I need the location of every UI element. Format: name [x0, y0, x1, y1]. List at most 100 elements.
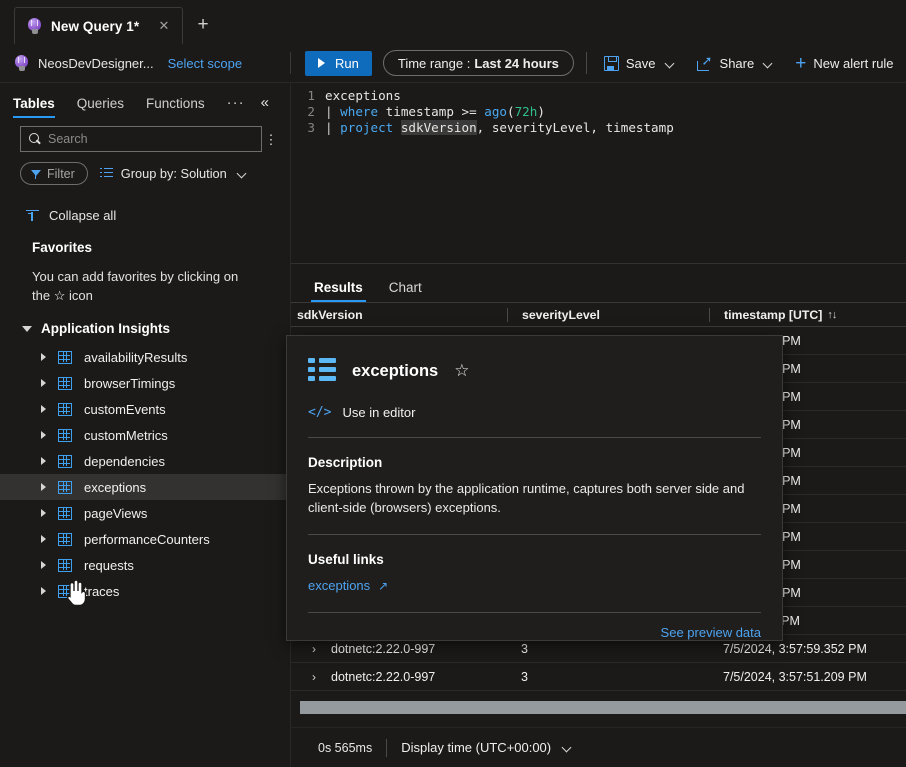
- chevron-down-icon: [666, 59, 675, 68]
- star-icon: ☆: [53, 288, 66, 303]
- group-application-insights[interactable]: Application Insights: [0, 305, 290, 336]
- search-input[interactable]: [48, 132, 253, 146]
- query-editor[interactable]: 1 exceptions 2 | where timestamp >= ago(…: [291, 83, 906, 263]
- caret-down-icon: [22, 325, 32, 332]
- caret-right-icon[interactable]: [41, 379, 46, 387]
- tab-chart[interactable]: Chart: [389, 280, 422, 302]
- exceptions-doc-link[interactable]: exceptions ↗: [308, 578, 388, 593]
- table-item-performanceCounters[interactable]: performanceCounters: [0, 526, 290, 552]
- code-line-1: 1 exceptions: [291, 88, 906, 104]
- code-token: timestamp >=: [378, 104, 485, 119]
- chevron-down-icon-share: [764, 59, 773, 68]
- results-tab-list: Results Chart: [291, 264, 906, 302]
- cell-timestamp: 7/5/2024, 3:57:59.352 PM: [723, 641, 867, 656]
- table-item-exceptions[interactable]: exceptions: [0, 474, 290, 500]
- select-scope-button[interactable]: Select scope: [168, 56, 242, 71]
- favorites-hint: You can add favorites by clicking on the…: [0, 255, 290, 305]
- flyout-header: exceptions ☆: [308, 358, 761, 384]
- collapse-pane-icon[interactable]: «: [261, 94, 269, 117]
- table-item-label: requests: [84, 557, 134, 573]
- collapse-all-button[interactable]: Collapse all: [0, 185, 290, 223]
- table-item-customEvents[interactable]: customEvents: [0, 396, 290, 422]
- favorite-star-icon[interactable]: ☆: [454, 361, 469, 381]
- table-item-label: browserTimings: [84, 375, 176, 391]
- table-item-pageViews[interactable]: pageViews: [0, 500, 290, 526]
- search-kebab-icon[interactable]: ⋮: [262, 133, 280, 146]
- table-icon: [58, 506, 72, 520]
- cell-severityLevel: 3: [521, 669, 528, 684]
- favorites-hint-line1: You can add favorites by clicking on: [32, 269, 239, 284]
- table-item-availabilityResults[interactable]: availabilityResults: [0, 344, 290, 370]
- caret-right-icon[interactable]: [41, 457, 46, 465]
- caret-right-icon[interactable]: [41, 587, 46, 595]
- see-preview-data-link[interactable]: See preview data: [661, 625, 761, 640]
- tab-results[interactable]: Results: [311, 280, 366, 302]
- filter-button[interactable]: Filter: [20, 162, 88, 185]
- expand-row-icon[interactable]: ›: [297, 642, 331, 656]
- link-label: exceptions: [308, 578, 371, 593]
- table-icon: [58, 350, 72, 364]
- table-row[interactable]: › dotnetc:2.22.0-997 3 7/5/2024, 3:57:51…: [291, 663, 906, 691]
- caret-right-icon[interactable]: [41, 483, 46, 491]
- tab-queries[interactable]: Queries: [77, 96, 124, 117]
- caret-right-icon[interactable]: [41, 353, 46, 361]
- column-header-severityLevel[interactable]: severityLevel: [507, 307, 709, 322]
- column-header-timestamp[interactable]: timestamp [UTC] ↑↓: [709, 307, 889, 322]
- favorites-hint-line2a: the: [32, 288, 51, 303]
- caret-right-icon[interactable]: [41, 535, 46, 543]
- description-heading: Description: [308, 455, 383, 470]
- save-button[interactable]: Save: [599, 50, 680, 76]
- sort-icon[interactable]: ↑↓: [827, 309, 837, 321]
- horizontal-scrollbar[interactable]: [300, 701, 906, 714]
- caret-right-icon[interactable]: [41, 509, 46, 517]
- caret-right-icon[interactable]: [41, 561, 46, 569]
- table-list-icon: [308, 358, 336, 384]
- tab-functions[interactable]: Functions: [146, 96, 205, 117]
- tab-tables[interactable]: Tables: [13, 96, 55, 118]
- table-item-browserTimings[interactable]: browserTimings: [0, 370, 290, 396]
- status-bar: 0s 565ms Display time (UTC+00:00): [291, 727, 906, 767]
- cell-timestamp: 7/5/2024, 3:57:51.209 PM: [723, 669, 867, 684]
- group-by-button[interactable]: Group by: Solution: [99, 166, 247, 181]
- table-item-customMetrics[interactable]: customMetrics: [0, 422, 290, 448]
- table-icon: [58, 532, 72, 546]
- new-alert-rule-button[interactable]: + New alert rule: [790, 50, 898, 76]
- filter-row: Filter Group by: Solution: [0, 152, 290, 185]
- table-item-requests[interactable]: requests: [0, 552, 290, 578]
- new-tab-button[interactable]: +: [190, 12, 216, 38]
- external-link-icon: ↗: [378, 578, 389, 593]
- display-time-label: Display time (UTC+00:00): [401, 740, 552, 755]
- run-button[interactable]: Run: [305, 50, 372, 76]
- table-details-flyout: exceptions ☆ </> Use in editor Descripti…: [286, 335, 783, 641]
- code-token: where: [340, 104, 379, 119]
- use-in-editor-button[interactable]: </> Use in editor: [308, 405, 761, 420]
- caret-right-icon[interactable]: [41, 405, 46, 413]
- time-range-value: Last 24 hours: [474, 55, 559, 71]
- close-icon[interactable]: ✕: [154, 16, 174, 36]
- code-token: 72h: [514, 104, 538, 119]
- flyout-divider-2: [308, 534, 761, 535]
- code-icon: </>: [308, 405, 332, 420]
- code-token: |: [325, 104, 341, 119]
- table-icon: [58, 558, 72, 572]
- search-box[interactable]: [20, 126, 262, 152]
- search-icon: [29, 133, 41, 145]
- display-time-dropdown[interactable]: Display time (UTC+00:00): [401, 740, 572, 755]
- column-header-sdkVersion[interactable]: sdkVersion: [297, 308, 507, 322]
- table-item-dependencies[interactable]: dependencies: [0, 448, 290, 474]
- code-token: project: [340, 120, 394, 135]
- table-icon: [58, 480, 72, 494]
- more-tabs-icon[interactable]: ···: [227, 94, 245, 117]
- share-button[interactable]: Share: [692, 50, 779, 76]
- table-item-traces[interactable]: traces: [0, 578, 290, 604]
- run-button-label: Run: [335, 55, 359, 71]
- description-text: Exceptions thrown by the application run…: [308, 481, 745, 515]
- expand-row-icon[interactable]: ›: [297, 670, 331, 684]
- query-tab-new-query-1[interactable]: New Query 1* ✕: [14, 7, 183, 44]
- chevron-down-icon-groupby: [238, 169, 247, 178]
- caret-right-icon[interactable]: [41, 431, 46, 439]
- query-duration: 0s 565ms: [318, 740, 373, 755]
- time-range-picker[interactable]: Time range : Last 24 hours: [382, 50, 574, 76]
- search-row: ⋮: [0, 117, 290, 152]
- table-icon: [58, 584, 72, 598]
